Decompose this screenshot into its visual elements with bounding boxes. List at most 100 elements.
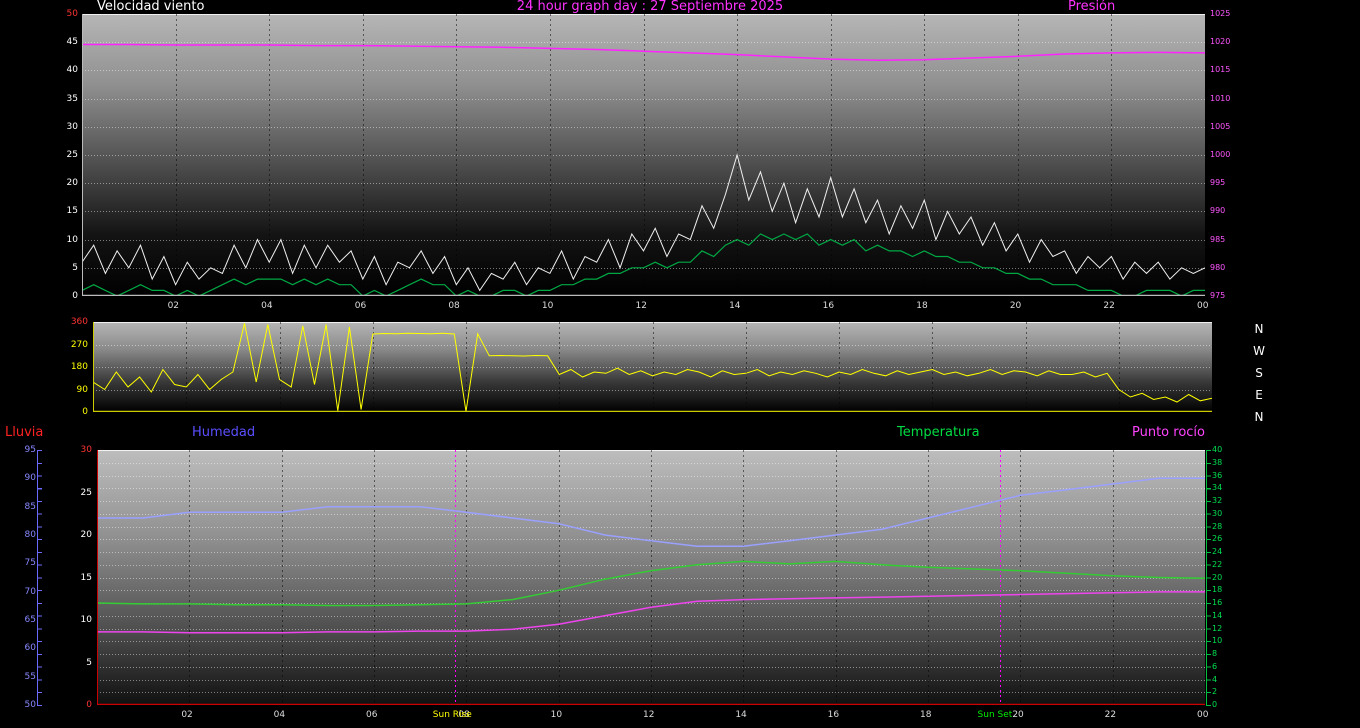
axis-tick-label: 50 bbox=[24, 700, 36, 710]
axis-tick-label: 16 bbox=[1212, 598, 1223, 607]
x-tick-label: 18 bbox=[920, 710, 932, 720]
axis-tick-label: 25 bbox=[80, 487, 92, 498]
axis-tick-label: 45 bbox=[66, 37, 78, 48]
axis-tick-label: 65 bbox=[24, 615, 36, 625]
axis-tick-label: 10 bbox=[80, 615, 92, 625]
temperature-axis-labels: 30 25 20 15 10 5 0 bbox=[68, 445, 92, 710]
rain-humidity-temperature-chart bbox=[97, 450, 1205, 705]
axis-tick-label: 32 bbox=[1212, 496, 1223, 505]
axis-tick-label: 1010 bbox=[1210, 93, 1231, 103]
x-tick-label: 10 bbox=[541, 301, 554, 311]
axis-tick-label: 36 bbox=[1212, 470, 1223, 480]
x-tick-label: 04 bbox=[273, 710, 286, 720]
pressure-label: Presión bbox=[1068, 0, 1116, 14]
x-tick-label: 04 bbox=[261, 301, 273, 311]
axis-tick-label: 2 bbox=[1212, 687, 1218, 697]
axis-tick-label: 35 bbox=[66, 93, 78, 104]
axis-tick-label: 985 bbox=[1210, 234, 1226, 244]
top-time-axis: 02 04 06 08 10 12 14 16 18 20 22 00 bbox=[82, 301, 1209, 314]
compass-letter-n2: N bbox=[1254, 410, 1264, 424]
axis-tick-label: 95 bbox=[24, 445, 36, 455]
axis-tick-label: 22 bbox=[1212, 559, 1223, 569]
x-tick-label: 22 bbox=[1103, 301, 1115, 311]
axis-tick-label: 4 bbox=[1212, 674, 1218, 684]
right-axis-ruler bbox=[1206, 450, 1211, 706]
axis-tick-label: 1020 bbox=[1210, 37, 1231, 47]
sun-marker-label: Sun Rise bbox=[432, 710, 472, 720]
compass-letter-n1: N bbox=[1254, 322, 1264, 336]
axis-tick-label: 26 bbox=[1212, 534, 1223, 544]
axis-tick-label: 20 bbox=[80, 530, 92, 540]
series-temperature bbox=[97, 560, 1205, 607]
axis-tick-label: 1025 bbox=[1210, 9, 1231, 18]
axis-tick-label: 30 bbox=[1212, 508, 1223, 518]
dew-point-label: Punto rocío bbox=[1132, 425, 1205, 440]
wind-direction-axis-labels: 360 270 180 90 0 bbox=[50, 317, 88, 417]
axis-tick-label: 360 bbox=[70, 317, 88, 327]
axis-tick-label: 30 bbox=[80, 445, 92, 455]
x-tick-label: 00 bbox=[1197, 710, 1209, 720]
axis-tick-label: 980 bbox=[1210, 262, 1226, 272]
x-tick-label: 20 bbox=[1009, 301, 1022, 311]
compass-letters: N W S E N bbox=[1252, 318, 1266, 428]
axis-tick-label: 20 bbox=[66, 178, 78, 189]
x-tick-label: 00 bbox=[1197, 301, 1209, 311]
humidity-axis-ruler bbox=[37, 450, 42, 706]
series-pressure bbox=[82, 43, 1205, 61]
axis-tick-label: 1000 bbox=[1210, 150, 1231, 159]
axis-tick-label: 18 bbox=[1212, 585, 1223, 595]
x-tick-label: 18 bbox=[916, 301, 928, 311]
wind-direction-chart bbox=[93, 322, 1212, 412]
axis-tick-label: 80 bbox=[24, 530, 36, 540]
axis-tick-label: 38 bbox=[1212, 457, 1223, 467]
x-tick-label: 06 bbox=[366, 710, 378, 720]
axis-tick-label: 60 bbox=[24, 643, 36, 654]
axis-tick-label: 14 bbox=[1212, 610, 1223, 620]
compass-letter-w: W bbox=[1253, 344, 1265, 358]
weather-24h-graph-page: Velocidad viento 24 hour graph day : 27 … bbox=[0, 0, 1360, 728]
axis-tick-label: 1015 bbox=[1210, 65, 1231, 75]
axis-tick-label: 40 bbox=[66, 65, 78, 76]
axis-tick-label: 270 bbox=[70, 339, 88, 350]
x-tick-label: 14 bbox=[729, 301, 741, 311]
axis-tick-label: 5 bbox=[86, 657, 92, 668]
axis-tick-label: 20 bbox=[1212, 572, 1223, 582]
x-tick-label: 16 bbox=[827, 710, 840, 720]
axis-tick-label: 0 bbox=[72, 291, 78, 301]
x-tick-label: 12 bbox=[643, 710, 655, 720]
bottom-time-axis: 02 04 06 08 10 12 14 16 18 20 22 00 Sun Rise Sun Set bbox=[97, 710, 1209, 723]
x-tick-label: 06 bbox=[354, 301, 367, 311]
axis-tick-label: 28 bbox=[1212, 521, 1223, 531]
axis-tick-label: 10 bbox=[1212, 636, 1223, 646]
axis-tick-label: 75 bbox=[24, 558, 36, 569]
right-temperature-axis-labels: 40 38 36 34 32 30 28 26 24 22 20 18 16 14 12 10 8 6 4 2 0 bbox=[1212, 445, 1238, 709]
compass-letter-e: E bbox=[1255, 388, 1263, 402]
axis-tick-label: 995 bbox=[1210, 178, 1226, 188]
axis-tick-label: 25 bbox=[66, 150, 78, 160]
axis-tick-label: 12 bbox=[1212, 623, 1223, 633]
rain-label: Lluvia bbox=[5, 425, 44, 440]
page-title: 24 hour graph day : 27 Septiembre 2025 bbox=[516, 0, 784, 14]
axis-tick-label: 24 bbox=[1212, 547, 1223, 556]
axis-tick-label: 90 bbox=[76, 384, 88, 395]
x-tick-label: 02 bbox=[181, 710, 193, 720]
wind-pressure-chart bbox=[82, 14, 1205, 296]
axis-tick-label: 8 bbox=[1212, 649, 1218, 658]
x-tick-label: 08 bbox=[448, 301, 460, 311]
axis-tick-label: 975 bbox=[1210, 291, 1226, 300]
sun-marker-label: Sun Set bbox=[977, 710, 1013, 720]
series-wind_gust bbox=[82, 153, 1205, 292]
series-wind_average bbox=[82, 233, 1205, 296]
humidity-label: Humedad bbox=[192, 425, 256, 440]
axis-tick-label: 0 bbox=[1212, 700, 1218, 709]
compass-letter-s: S bbox=[1255, 366, 1263, 380]
axis-tick-label: 1005 bbox=[1210, 121, 1231, 131]
axis-tick-label: 40 bbox=[1212, 445, 1223, 454]
axis-tick-label: 0 bbox=[82, 407, 88, 417]
x-tick-label: 20 bbox=[1012, 710, 1024, 720]
axis-tick-label: 10 bbox=[66, 234, 78, 245]
axis-tick-label: 55 bbox=[24, 671, 36, 682]
x-tick-label: 02 bbox=[167, 301, 180, 311]
x-tick-label: 14 bbox=[735, 710, 747, 720]
pressure-axis-labels: 1025 1020 1015 1010 1005 1000 995 990 985 980 975 bbox=[1210, 9, 1256, 300]
